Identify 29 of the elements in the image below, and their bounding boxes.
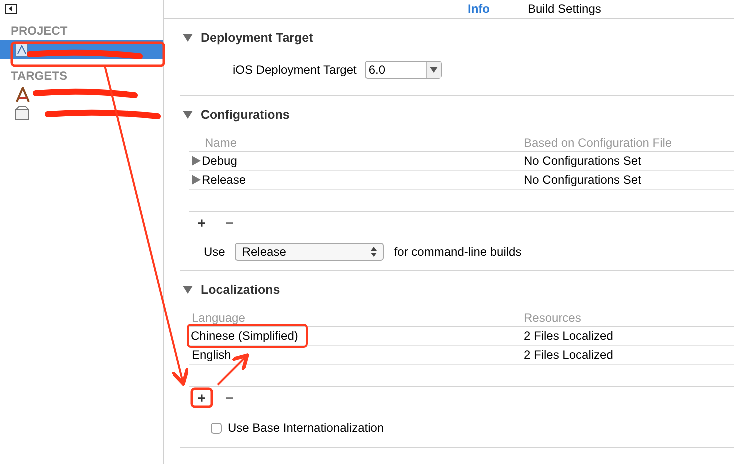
table-cell-text: No Configurations Set — [524, 153, 642, 170]
section-title: Deployment Target — [201, 30, 314, 47]
configuration-popup-button[interactable]: Release — [235, 243, 384, 261]
tab[interactable]: Build Settings — [528, 0, 602, 18]
table-cell-text: 2 Files Localized — [524, 347, 614, 364]
column-header: Based on Configuration File — [524, 134, 672, 152]
table-cell-text: No Configurations Set — [524, 172, 642, 189]
version-combo-box[interactable]: 6.0 — [364, 61, 442, 79]
table-cell-text: 2 Files Localized — [524, 328, 614, 345]
field-label: for command-line builds — [394, 244, 522, 261]
table-cell: Chinese (Simplified) — [191, 329, 298, 343]
add-button[interactable]: + — [194, 215, 210, 231]
column-header: Resources — [524, 310, 582, 326]
remove-button[interactable]: − — [224, 216, 236, 230]
table-cell-text: Debug — [202, 153, 238, 170]
table-cell-text: English — [192, 347, 232, 364]
table-cell-text: Release — [202, 172, 246, 189]
column-header: Name — [204, 134, 238, 152]
checkbox-label: Use Base Internationalization — [228, 420, 384, 437]
section-heading: TARGETS — [10, 68, 68, 85]
add-button[interactable]: + — [194, 390, 210, 406]
tab[interactable]: Info — [468, 0, 490, 18]
field-label: iOS Deployment Target — [233, 62, 357, 79]
section-title: Localizations — [201, 282, 280, 299]
column-header: Language — [191, 310, 246, 326]
field-label: Use — [204, 244, 226, 261]
section-heading: PROJECT — [10, 23, 69, 40]
section-title: Configurations — [201, 106, 290, 124]
remove-button[interactable]: − — [224, 391, 236, 405]
